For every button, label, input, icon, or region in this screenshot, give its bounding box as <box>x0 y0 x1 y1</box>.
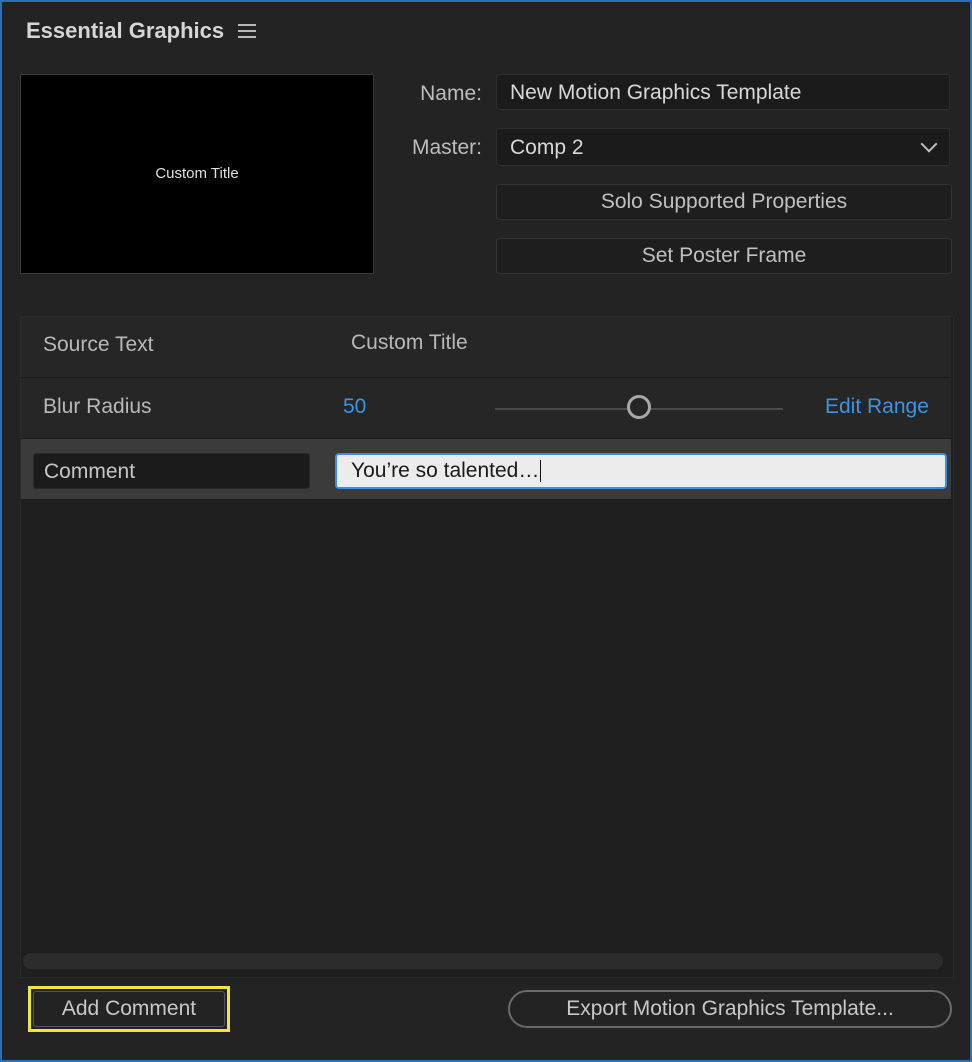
name-label: Name: <box>420 82 482 105</box>
blur-radius-value[interactable]: 50 <box>343 395 366 419</box>
hamburger-menu-icon[interactable] <box>238 24 256 40</box>
property-label: Blur Radius <box>43 395 152 418</box>
property-row-blur-radius[interactable]: Blur Radius 50 Edit Range <box>21 378 951 439</box>
template-preview: Custom Title <box>20 74 374 274</box>
add-comment-button[interactable]: Add Comment <box>28 986 230 1032</box>
preview-title-text: Custom Title <box>155 165 239 182</box>
master-select-value: Comp 2 <box>510 136 584 159</box>
chevron-down-icon <box>920 135 938 153</box>
comment-label-field[interactable]: Comment <box>33 453 310 489</box>
name-field[interactable]: New Motion Graphics Template <box>496 74 950 110</box>
comment-text-input[interactable]: You’re so talented… <box>335 453 947 489</box>
source-text-value[interactable]: Custom Title <box>351 331 468 355</box>
blur-radius-slider-thumb[interactable] <box>627 395 651 419</box>
text-caret <box>540 460 542 483</box>
export-motion-graphics-template-button[interactable]: Export Motion Graphics Template... <box>508 990 952 1028</box>
comment-text-value: You’re so talented… <box>351 459 540 482</box>
master-select[interactable]: Comp 2 <box>496 128 950 166</box>
property-row-source-text[interactable]: Source Text Custom Title <box>21 317 951 378</box>
solo-supported-properties-button[interactable]: Solo Supported Properties <box>496 184 952 220</box>
property-row-comment[interactable]: Comment You’re so talented… <box>21 439 951 500</box>
panel-title: Essential Graphics <box>26 18 225 43</box>
essential-graphics-panel: Essential Graphics Custom Title Name: Ne… <box>0 0 972 1062</box>
set-poster-frame-button[interactable]: Set Poster Frame <box>496 238 952 274</box>
add-comment-label: Add Comment <box>61 997 197 1020</box>
horizontal-scrollbar[interactable] <box>23 953 943 969</box>
properties-list: Source Text Custom Title Blur Radius 50 … <box>20 316 954 978</box>
property-label: Source Text <box>43 333 154 356</box>
edit-range-link[interactable]: Edit Range <box>825 395 929 419</box>
master-label: Master: <box>411 136 482 159</box>
